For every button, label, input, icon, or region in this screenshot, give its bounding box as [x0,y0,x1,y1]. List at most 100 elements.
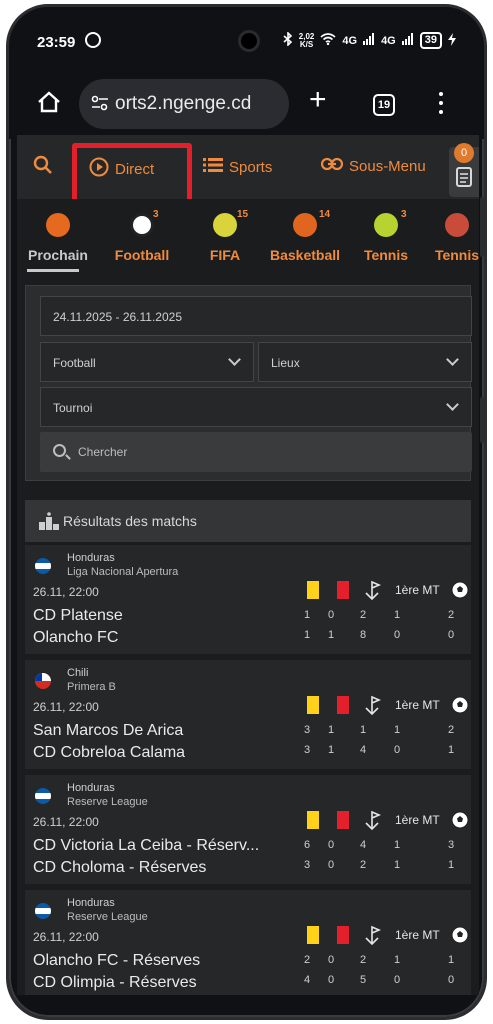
corner-flag-icon [365,924,387,951]
more-menu-icon[interactable] [439,92,445,119]
bluetooth-icon [283,31,293,49]
match-country: Honduras [67,782,115,794]
away-stat: 0 [327,974,335,986]
home-team: San Marcos De Arica [33,722,184,739]
period-label: 1ère MT [395,813,440,827]
tennis-ball-icon [374,213,398,237]
tab-count-button[interactable]: 19 [373,94,395,116]
home-stat: 2 [359,954,367,966]
sport-count: 14 [319,209,331,220]
status-bar: 23:59 2,02 K/S 4G 4G 39 [9,7,484,77]
sport-tab-label: Prochain [28,247,88,263]
home-stat: 2 [447,724,455,736]
signal-2-icon [401,33,414,48]
sport-select-value: Football [53,356,96,370]
goal-ball-icon [451,581,469,604]
away-stat: 3 [303,744,311,756]
match-card[interactable]: Honduras Reserve League 26.11, 22:00 Olanch… [25,890,471,995]
honduras-flag-icon [35,903,51,919]
basketball-icon [293,213,317,237]
match-league: Reserve League [67,796,148,808]
date-range-field[interactable]: 24.11.2025 - 26.11.2025 [40,296,472,336]
corner-flag-icon [365,809,387,836]
sport-tab-tennis[interactable]: 3 Tennis [359,199,413,273]
wifi-icon [320,33,336,48]
volume-button [480,197,484,257]
new-tab-icon[interactable]: + [309,83,327,117]
home-stat: 3 [447,839,455,851]
sport-tab-football[interactable]: 3 Football [105,199,179,273]
match-country: Honduras [67,897,115,909]
sport-tab-label: Tennis [434,247,479,263]
match-card[interactable]: Honduras Reserve League 26.11, 22:00 CD Vic… [25,775,471,887]
home-stat: 6 [303,839,311,851]
match-datetime: 26.11, 22:00 [33,815,99,829]
corner-flag-icon [365,579,387,606]
sport-tab-fifa[interactable]: 15 FIFA [199,199,251,273]
period-label: 1ère MT [395,698,440,712]
bet-slip-button[interactable]: 0 [449,143,479,197]
yellow-card-icon [307,581,319,599]
search-icon[interactable] [33,155,53,175]
yellow-card-icon [307,811,319,829]
sport-tab-tennis-2[interactable]: Tennis [429,199,479,273]
match-league: Primera B [67,681,116,693]
nav-sports[interactable]: Sports [203,157,272,177]
signal-2-label: 4G [381,34,396,47]
away-stat: 1 [447,859,455,871]
nav-sous-menu-label: Sous-Menu [349,157,426,175]
website-content: Direct Sports Sous-Menu 0 Prochain 3 Foo… [17,135,479,995]
home-stat: 1 [447,954,455,966]
sport-tab-prochain[interactable]: Prochain [25,199,91,273]
sport-tab-basketball[interactable]: 14 Basketball [263,199,347,273]
address-bar[interactable]: orts2.ngenge.cd [79,79,289,129]
sport-tab-label: FIFA [209,247,241,263]
home-stat: 1 [393,609,401,621]
lieux-select[interactable]: Lieux [258,342,472,382]
lieux-select-value: Lieux [271,356,300,370]
home-team: CD Platense [33,607,123,624]
whatsapp-icon [85,32,101,48]
podium-icon [39,512,59,530]
goal-ball-icon [451,926,469,949]
sport-tab-label: Football [114,247,170,263]
nav-sous-menu[interactable]: Sous-Menu [320,157,426,175]
signal-1-icon [363,33,375,48]
match-league: Reserve League [67,911,148,923]
away-stat: 1 [447,744,455,756]
home-stat: 0 [327,609,335,621]
charging-icon [448,32,456,49]
away-stat: 0 [447,974,455,986]
link-icon [320,157,344,175]
browser-toolbar: orts2.ngenge.cd + 19 [9,69,484,139]
home-stat: 1 [359,724,367,736]
site-settings-icon[interactable] [91,95,109,116]
stats-header: 1ère MT [295,579,471,603]
corner-flag-icon [365,694,387,721]
away-stat: 0 [447,629,455,641]
sport-select[interactable]: Football [40,342,254,382]
match-card[interactable]: Honduras Liga Nacional Apertura 26.11, 22:… [25,545,471,657]
status-time: 23:59 [37,34,76,51]
period-label: 1ère MT [395,928,440,942]
away-stat: 1 [327,744,335,756]
period-label: 1ère MT [395,583,440,597]
home-team: CD Victoria La Ceiba - Réserv... [33,837,260,854]
match-datetime: 26.11, 22:00 [33,930,99,944]
away-stat: 0 [393,744,401,756]
match-card[interactable]: Chili Primera B 26.11, 22:00 San Marcos De … [25,660,471,772]
away-stat: 5 [359,974,367,986]
match-country: Honduras [67,552,115,564]
away-team: CD Cobreloa Calama [33,744,186,761]
chile-flag-icon [35,673,51,689]
sports-filter-bar: Prochain 3 Football 15 FIFA 14 Basketbal… [17,199,479,273]
goal-ball-icon [451,811,469,834]
chevron-down-icon [446,353,459,366]
stats-header: 1ère MT [295,809,471,833]
home-stat: 1 [393,954,401,966]
tournoi-select[interactable]: Tournoi [40,387,472,427]
front-camera [238,30,260,52]
search-input[interactable]: Chercher [40,432,472,472]
home-icon[interactable] [37,91,61,118]
home-stat: 2 [447,609,455,621]
